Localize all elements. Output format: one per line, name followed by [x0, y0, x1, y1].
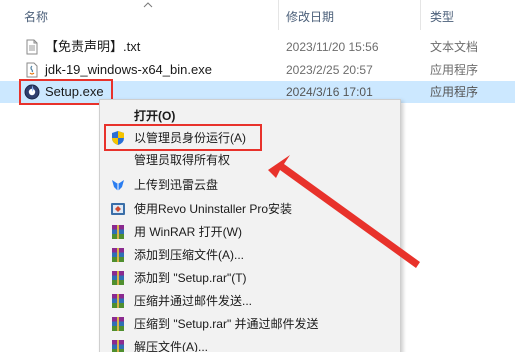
- menu-item-label: 添加到压缩文件(A)...: [134, 248, 244, 262]
- file-modified-date: 2023/11/20 15:56: [286, 40, 379, 54]
- file-modified-date: 2023/2/25 20:57: [286, 63, 373, 77]
- file-type: 应用程序: [430, 85, 479, 99]
- column-header-type[interactable]: 类型: [430, 6, 454, 28]
- menu-item-take-ownership[interactable]: 管理员取得所有权: [100, 148, 400, 172]
- file-type: 文本文档: [430, 40, 479, 54]
- menu-item-label: 压缩并通过邮件发送...: [134, 294, 253, 308]
- menu-item-label: 用 WinRAR 打开(W): [134, 225, 242, 239]
- revo-uninstaller-icon: [111, 203, 125, 215]
- menu-item-winrar-open[interactable]: 用 WinRAR 打开(W): [100, 220, 400, 244]
- winrar-icon: [112, 317, 124, 331]
- file-name: 【免责声明】.txt: [45, 39, 141, 54]
- file-explorer-window: 名称 修改日期 类型 【免责声明】.txt 2023/11/20 15:56 文…: [0, 0, 515, 352]
- text-file-icon: [26, 39, 38, 55]
- menu-item-extract-files[interactable]: 解压文件(A)...: [100, 335, 400, 352]
- menu-item-label: 上传到迅雷云盘: [134, 178, 219, 192]
- menu-item-label: 添加到 "Setup.rar"(T): [134, 271, 247, 285]
- winrar-icon: [112, 294, 124, 308]
- file-name: jdk-19_windows-x64_bin.exe: [45, 62, 212, 77]
- xunlei-bird-icon: [112, 180, 124, 191]
- winrar-icon: [112, 271, 124, 285]
- file-row-disclaimer[interactable]: 【免责声明】.txt 2023/11/20 15:56 文本文档: [0, 36, 515, 58]
- menu-item-xunlei-upload[interactable]: 上传到迅雷云盘: [100, 173, 400, 197]
- winrar-icon: [112, 225, 124, 239]
- column-header-name[interactable]: 名称: [24, 6, 48, 28]
- file-row-jdk[interactable]: jdk-19_windows-x64_bin.exe 2023/2/25 20:…: [0, 59, 515, 81]
- winrar-icon: [112, 248, 124, 262]
- menu-item-label: 使用Revo Uninstaller Pro安装: [134, 202, 293, 216]
- menu-item-compress-and-email[interactable]: 压缩并通过邮件发送...: [100, 289, 400, 313]
- menu-item-label: 压缩到 "Setup.rar" 并通过邮件发送: [134, 317, 319, 331]
- column-header-date[interactable]: 修改日期: [286, 6, 334, 28]
- java-installer-icon: [26, 62, 38, 78]
- column-divider[interactable]: [420, 0, 421, 30]
- menu-item-revo-install[interactable]: 使用Revo Uninstaller Pro安装: [100, 197, 400, 221]
- menu-item-label: 解压文件(A)...: [134, 340, 208, 352]
- file-type: 应用程序: [430, 63, 479, 77]
- sort-ascending-icon: [143, 2, 153, 8]
- column-divider[interactable]: [278, 0, 279, 30]
- menu-item-compress-setup-rar-and-email[interactable]: 压缩到 "Setup.rar" 并通过邮件发送: [100, 312, 400, 336]
- run-as-admin-highlight-box: [104, 124, 262, 151]
- menu-item-label: 管理员取得所有权: [134, 153, 231, 167]
- menu-item-add-to-setup-rar[interactable]: 添加到 "Setup.rar"(T): [100, 266, 400, 290]
- winrar-icon: [112, 340, 124, 352]
- menu-item-add-to-archive[interactable]: 添加到压缩文件(A)...: [100, 243, 400, 267]
